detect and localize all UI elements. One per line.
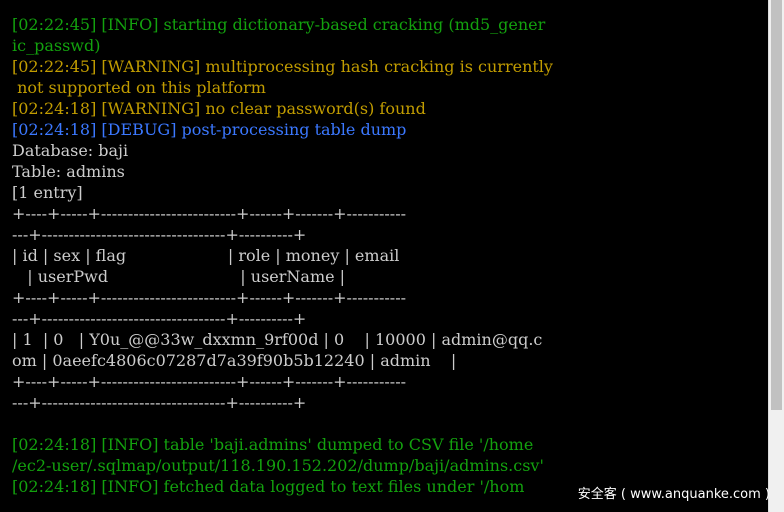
- terminal-line: | 1 | 0 | Y0u_@@33w_dxxmn_9rf00d | 0 | 1…: [12, 330, 543, 349]
- vertical-scrollbar[interactable]: [768, 0, 784, 512]
- terminal-line: [02:24:18] [WARNING] no clear password(s…: [12, 99, 426, 118]
- terminal-line: +----+-----+-------------------------+--…: [12, 204, 406, 223]
- terminal-line: ic_passwd): [12, 36, 101, 55]
- terminal-line: [02:24:18] [DEBUG] post-processing table…: [12, 120, 407, 139]
- terminal-line: /ec2-user/.sqlmap/output/118.190.152.202…: [12, 456, 544, 475]
- scrollbar-thumb[interactable]: [771, 0, 782, 410]
- terminal-line: ---+----------------------------------+-…: [12, 393, 307, 412]
- terminal-line: | id | sex | flag | role | money | email: [12, 246, 400, 265]
- terminal-line: [1 entry]: [12, 183, 83, 202]
- terminal-line: [02:22:45] [WARNING] multiprocessing has…: [12, 57, 553, 76]
- terminal-line: +----+-----+-------------------------+--…: [12, 372, 406, 391]
- terminal-line: ---+----------------------------------+-…: [12, 309, 307, 328]
- terminal-line: not supported on this platform: [12, 78, 266, 97]
- terminal-output[interactable]: [02:22:45] [INFO] starting dictionary-ba…: [0, 0, 768, 512]
- terminal-line: Table: admins: [12, 162, 125, 181]
- watermark-text: 安全客 ( www.anquanke.com ): [577, 487, 770, 502]
- terminal-line: [02:22:45] [INFO] starting dictionary-ba…: [12, 15, 546, 34]
- terminal-line: Database: baji: [12, 141, 129, 160]
- terminal-line: +----+-----+-------------------------+--…: [12, 288, 406, 307]
- terminal-line: om | 0aeefc4806c07287d7a39f90b5b12240 | …: [12, 351, 457, 370]
- terminal-line: | userPwd | userName |: [12, 267, 346, 286]
- terminal-line: [02:24:18] [INFO] table 'baji.admins' du…: [12, 435, 534, 454]
- terminal-line: ---+----------------------------------+-…: [12, 225, 307, 244]
